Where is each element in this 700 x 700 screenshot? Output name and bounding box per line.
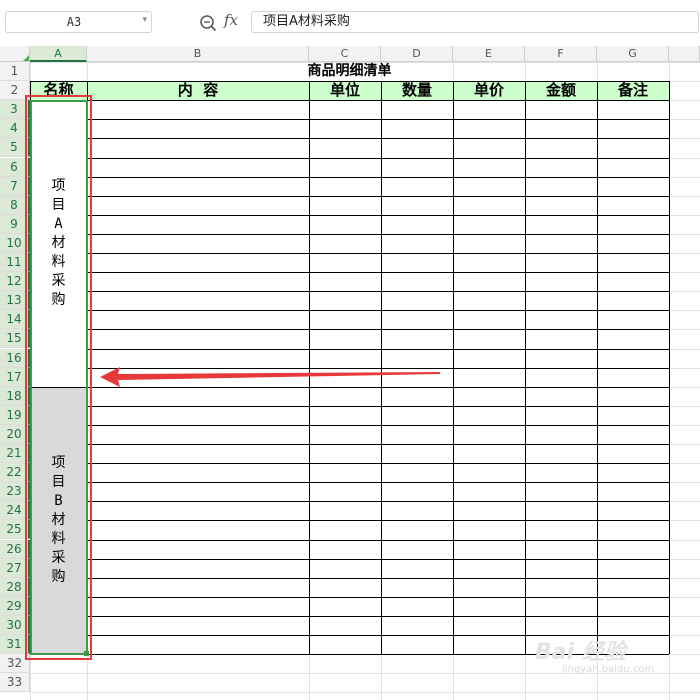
column-header-a[interactable]: A	[30, 46, 87, 62]
formula-value: 项目A材料采购	[263, 14, 350, 29]
header-cell-text: 单位	[329, 81, 360, 100]
header-cell-3[interactable]: 数量	[381, 81, 453, 101]
formula-bar: A3 ▾ fx 项目A材料采购	[0, 0, 700, 47]
header-cell-5[interactable]: 金额	[525, 81, 597, 101]
header-cell-text: 单价	[473, 81, 504, 100]
select-all-indicator	[23, 55, 29, 61]
column-header-d[interactable]: D	[381, 46, 453, 62]
header-cell-text: 备注	[617, 81, 648, 100]
name-box[interactable]: A3 ▾	[5, 11, 152, 33]
header-cell-text: 内 容	[177, 81, 219, 100]
header-cell-6[interactable]: 备注	[597, 81, 669, 101]
column-header-empty	[669, 46, 700, 62]
annotation-arrow-icon	[100, 367, 440, 387]
header-cell-4[interactable]: 单价	[453, 81, 525, 101]
name-box-value: A3	[66, 15, 82, 29]
header-cell-text: 数量	[401, 81, 432, 100]
watermark-url: jingyan.baidu.com	[562, 664, 655, 675]
column-header-e[interactable]: E	[453, 46, 525, 62]
column-header-c[interactable]: C	[309, 46, 381, 62]
formula-input[interactable]: 项目A材料采购	[251, 11, 699, 33]
annotation-highlight-box	[25, 95, 92, 661]
fx-icon[interactable]: fx	[224, 11, 238, 29]
cell-area[interactable]: 商品明细清单 名称内 容单位 数量 单价 金额 备注 项目A材料采购 项目B材料采购 B…	[25, 62, 700, 700]
select-all-corner[interactable]	[0, 46, 30, 62]
header-cell-1[interactable]: 内 容	[87, 81, 309, 101]
chevron-down-icon[interactable]: ▾	[142, 15, 147, 25]
column-header-f[interactable]: F	[525, 46, 597, 62]
header-cell-text: 金额	[545, 81, 576, 100]
row-header-1[interactable]: 1	[0, 62, 30, 82]
header-cell-2[interactable]: 单位	[309, 81, 381, 101]
column-header-g[interactable]: G	[597, 46, 669, 62]
watermark-logo: Bai 经验	[535, 640, 626, 665]
zoom-icon[interactable]	[199, 14, 217, 32]
sheet-title[interactable]: 商品明细清单	[30, 62, 669, 81]
row-header-33[interactable]: 33	[0, 673, 30, 693]
column-header-b[interactable]: B	[87, 46, 309, 62]
